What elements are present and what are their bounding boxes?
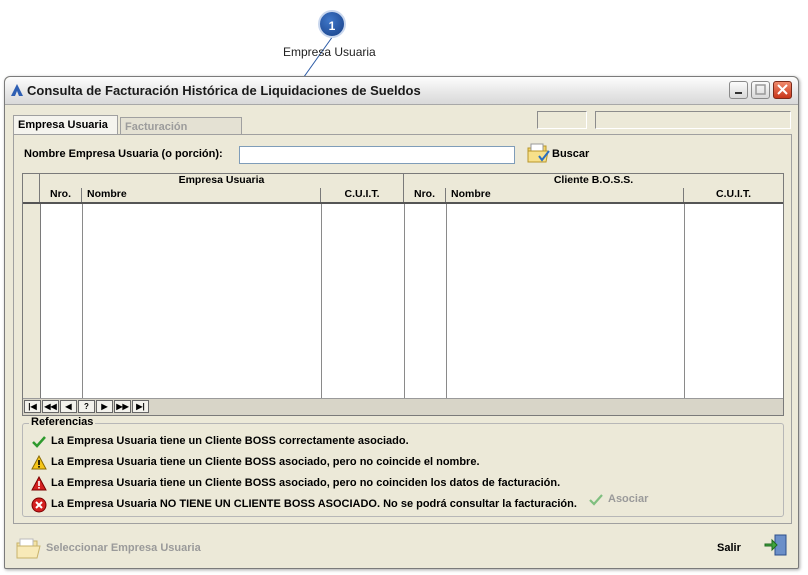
search-button[interactable]: Buscar (552, 148, 589, 160)
grid-group-header: Empresa Usuaria Cliente B.O.S.S. (23, 174, 783, 189)
main-window: Consulta de Facturación Histórica de Liq… (4, 76, 799, 569)
reference-text: La Empresa Usuaria NO TIENE UN CLIENTE B… (51, 498, 577, 510)
callout-badge: 1 (318, 10, 346, 38)
tab-panel: Nombre Empresa Usuaria (o porción): Busc… (13, 134, 792, 524)
results-grid: Empresa Usuaria Cliente B.O.S.S. Nro. No… (22, 173, 784, 416)
close-icon (777, 84, 788, 95)
status-field-1 (537, 111, 587, 129)
callout-label: Empresa Usuaria (283, 45, 376, 59)
red-warning-icon (31, 476, 47, 491)
associate-button[interactable]: Asociar (608, 493, 648, 505)
column-divider (404, 204, 405, 399)
green-check-icon (32, 436, 46, 448)
column-divider (321, 204, 322, 399)
column-divider (446, 204, 447, 399)
column-header-cuit[interactable]: C.U.I.T. (321, 188, 404, 202)
nav-help-button[interactable]: ? (78, 400, 95, 413)
reference-text: La Empresa Usuaria tiene un Cliente BOSS… (51, 456, 480, 468)
window-title: Consulta de Facturación Histórica de Liq… (27, 83, 421, 98)
tab-facturacion-historica[interactable]: Facturación Histórica (120, 117, 242, 145)
maximize-icon (755, 84, 766, 95)
grid-navigator: |◀ ◀◀ ◀ ? ▶ ▶▶ ▶| (23, 398, 783, 415)
reference-text: La Empresa Usuaria tiene un Cliente BOSS… (51, 435, 409, 447)
associate-check-icon (589, 494, 603, 506)
references-groupbox: Referencias La Empresa Usuaria tiene un … (22, 416, 784, 517)
select-company-button[interactable]: Seleccionar Empresa Usuaria (46, 542, 201, 554)
group-header-empresa: Empresa Usuaria (40, 174, 404, 188)
nav-next-button[interactable]: ▶ (96, 400, 113, 413)
search-input[interactable] (239, 146, 515, 164)
exit-door-icon[interactable] (763, 532, 789, 558)
nav-prev-button[interactable]: ◀ (60, 400, 77, 413)
app-logo-icon (11, 84, 23, 96)
exit-button[interactable]: Salir (717, 542, 741, 554)
group-header-cliente: Cliente B.O.S.S. (553, 174, 634, 186)
search-label: Nombre Empresa Usuaria (o porción): (24, 148, 223, 160)
column-header-nro[interactable]: Nro. (404, 188, 446, 202)
column-header-nombre[interactable]: Nombre (82, 188, 321, 202)
grid-column-header: Nro. Nombre C.U.I.T. Nro. Nombre C.U.I.T… (23, 188, 783, 204)
references-legend: Referencias (29, 416, 96, 428)
corner-cell (23, 174, 40, 188)
tab-empresa-usuaria[interactable]: Empresa Usuaria (13, 115, 118, 135)
nav-first-button[interactable]: |◀ (24, 400, 41, 413)
select-folder-icon (16, 538, 41, 559)
minimize-button[interactable] (729, 81, 748, 99)
status-field-2 (595, 111, 791, 129)
column-header-cuit[interactable]: C.U.I.T. (684, 188, 783, 202)
maximize-button[interactable] (751, 81, 770, 99)
folder-search-icon[interactable] (526, 140, 552, 166)
corner-cell (23, 188, 40, 202)
row-selector-column (23, 174, 41, 399)
nav-last-button[interactable]: ▶| (132, 400, 149, 413)
title-bar: Consulta de Facturación Histórica de Liq… (5, 77, 798, 105)
column-divider (82, 204, 83, 399)
red-error-icon (31, 497, 47, 513)
minimize-icon (735, 92, 742, 94)
column-header-nombre[interactable]: Nombre (446, 188, 684, 202)
yellow-warning-icon (31, 455, 47, 470)
nav-next-page-button[interactable]: ▶▶ (114, 400, 131, 413)
close-button[interactable] (773, 81, 792, 99)
nav-prev-page-button[interactable]: ◀◀ (42, 400, 59, 413)
reference-text: La Empresa Usuaria tiene un Cliente BOSS… (51, 477, 561, 489)
column-header-nro[interactable]: Nro. (40, 188, 82, 202)
column-divider (684, 204, 685, 399)
